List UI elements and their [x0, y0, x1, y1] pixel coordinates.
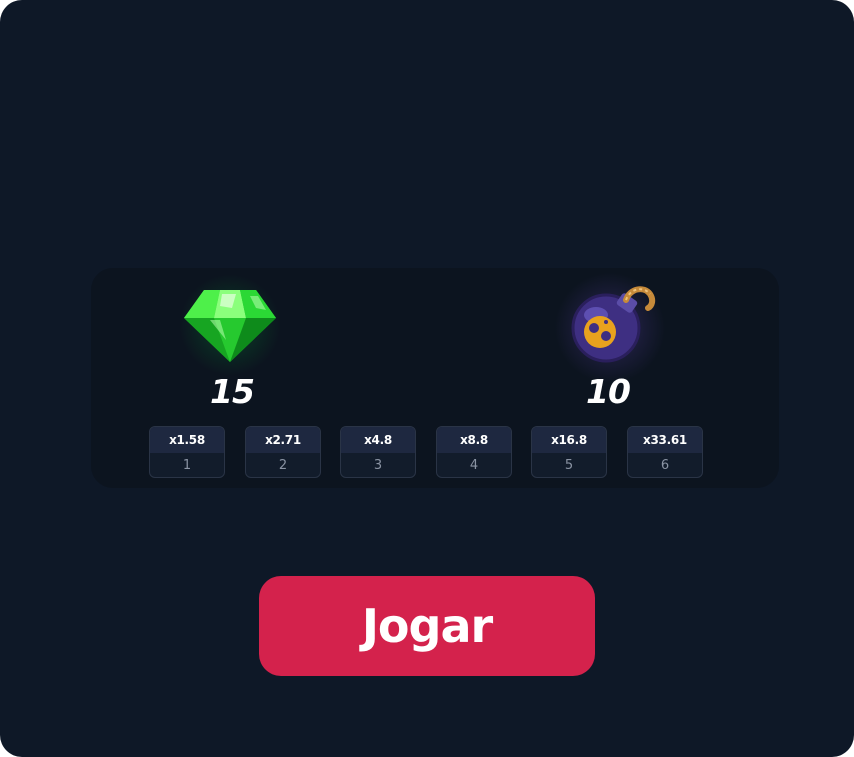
- bomb-count: 10: [586, 372, 631, 411]
- multiplier-step: 6: [660, 458, 670, 473]
- multiplier-step: 2: [278, 458, 288, 473]
- multiplier-step: 1: [182, 458, 192, 473]
- bomb-display: [550, 268, 670, 388]
- multiplier-value: x1.58: [150, 427, 224, 453]
- multiplier-step: 3: [373, 458, 383, 473]
- multiplier-card-6: x33.61 6: [627, 426, 703, 478]
- multiplier-card-1: x1.58 1: [149, 426, 225, 478]
- green-gem-icon: [184, 290, 276, 362]
- game-screen: 15 10 x1.58 1 x2.71 2 x4.8 3 x8.8 4 x16.…: [0, 0, 854, 757]
- multiplier-value: x2.71: [246, 427, 320, 453]
- multiplier-card-2: x2.71 2: [245, 426, 321, 478]
- multiplier-card-3: x4.8 3: [340, 426, 416, 478]
- multiplier-card-5: x16.8 5: [531, 426, 607, 478]
- multiplier-row: x1.58 1 x2.71 2 x4.8 3 x8.8 4 x16.8 5 x3…: [149, 426, 709, 480]
- multiplier-value: x33.61: [628, 427, 702, 453]
- play-button[interactable]: Jogar: [259, 576, 595, 676]
- multiplier-value: x8.8: [437, 427, 511, 453]
- bomb-icon: [571, 286, 656, 363]
- multiplier-value: x16.8: [532, 427, 606, 453]
- multiplier-card-4: x8.8 4: [436, 426, 512, 478]
- multiplier-step: 5: [564, 458, 574, 473]
- multiplier-step: 4: [469, 458, 479, 473]
- multiplier-value: x4.8: [341, 427, 415, 453]
- gem-count: 15: [210, 372, 255, 411]
- gem-display: [170, 270, 290, 380]
